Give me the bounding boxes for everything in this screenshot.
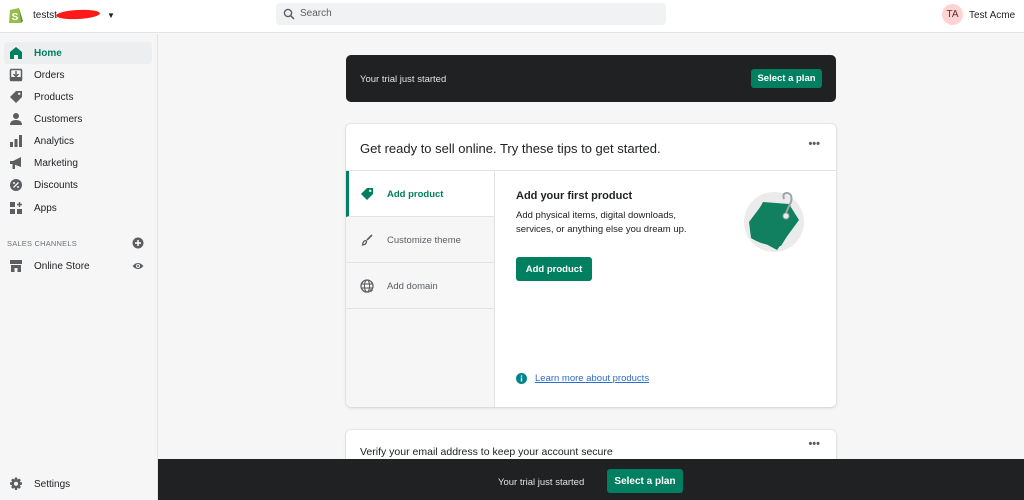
trial-text: Your trial just started	[498, 477, 585, 488]
redaction-mark	[55, 8, 101, 21]
sidebar-item-label: Home	[34, 48, 62, 59]
sidebar-item-discounts[interactable]: Discounts	[4, 174, 152, 196]
select-plan-button[interactable]: Select a plan	[607, 469, 683, 493]
card-title: Get ready to sell online. Try these tips…	[360, 141, 661, 156]
sidebar-item-products[interactable]: Products	[4, 86, 152, 108]
sidebar-item-label: Discounts	[34, 180, 78, 191]
discount-icon	[10, 179, 22, 191]
chevron-down-icon[interactable]: ▼	[107, 11, 115, 20]
sidebar-item-settings[interactable]: Settings	[4, 473, 152, 495]
sidebar-item-label: Online Store	[34, 261, 90, 272]
product-tag-illustration-icon	[744, 191, 804, 252]
info-icon	[516, 373, 527, 384]
trial-banner: Your trial just started Select a plan	[346, 55, 836, 102]
sidebar-item-label: Marketing	[34, 158, 78, 169]
sidebar-item-label: Analytics	[34, 136, 75, 147]
top-bar: S testst ▼ Search TA Test Acme	[0, 0, 1024, 33]
search-placeholder: Search	[300, 8, 332, 19]
megaphone-icon	[10, 157, 21, 169]
add-product-button[interactable]: Add product	[516, 257, 592, 281]
globe-icon	[360, 279, 374, 293]
sidebar-item-label: Settings	[34, 479, 71, 490]
tab-add-domain[interactable]: Add domain	[346, 263, 494, 309]
sidebar-item-label: Orders	[34, 70, 65, 81]
sidebar-item-label: Apps	[34, 203, 57, 214]
search-input[interactable]: Search	[276, 3, 666, 25]
gear-icon	[10, 477, 22, 490]
tab-customize-theme[interactable]: Customize theme	[346, 217, 494, 263]
tip-title: Add your first product	[516, 190, 633, 202]
more-actions-button[interactable]: •••	[808, 138, 820, 150]
sidebar-item-marketing[interactable]: Marketing	[4, 152, 152, 174]
tab-label: Customize theme	[387, 235, 461, 246]
learn-more-link[interactable]: Learn more about products	[535, 373, 649, 384]
add-sales-channel-icon[interactable]	[132, 237, 144, 249]
home-icon	[10, 47, 22, 59]
bar-chart-icon	[10, 135, 22, 147]
tips-card: Get ready to sell online. Try these tips…	[346, 124, 836, 407]
sidebar-item-label: Customers	[34, 114, 83, 125]
tab-label: Add product	[387, 189, 444, 200]
sidebar: Home Orders Products Customers Analytics	[0, 34, 158, 500]
person-icon	[10, 113, 22, 125]
store-icon	[10, 260, 22, 272]
tip-description: Add physical items, digital downloads, s…	[516, 210, 687, 235]
tips-tabs: Add product Customize theme Add domain	[346, 171, 495, 407]
sidebar-item-analytics[interactable]: Analytics	[4, 130, 152, 152]
orders-icon	[9, 68, 23, 82]
search-icon	[283, 8, 295, 20]
tag-icon	[361, 188, 373, 200]
sidebar-item-label: Products	[34, 92, 74, 103]
card-title: Verify your email address to keep your a…	[360, 446, 613, 458]
more-actions-button[interactable]: •••	[808, 438, 820, 450]
eye-icon[interactable]	[132, 261, 144, 271]
sidebar-item-customers[interactable]: Customers	[4, 108, 152, 130]
select-plan-button[interactable]: Select a plan	[751, 69, 822, 88]
avatar[interactable]: TA	[942, 4, 963, 25]
sales-channels-heading: SALES CHANNELS	[7, 239, 77, 248]
sidebar-item-home[interactable]: Home	[4, 42, 152, 64]
tab-label: Add domain	[387, 281, 438, 292]
apps-icon	[10, 202, 22, 214]
brush-icon	[361, 234, 373, 246]
svg-text:S: S	[12, 12, 19, 23]
sidebar-item-orders[interactable]: Orders	[4, 64, 152, 86]
shopify-logo-icon[interactable]: S	[8, 6, 23, 24]
tab-add-product[interactable]: Add product	[346, 171, 494, 217]
store-name[interactable]: testst	[33, 10, 57, 21]
bottom-trial-bar: Your trial just started Select a plan	[158, 459, 1024, 500]
user-name[interactable]: Test Acme	[969, 10, 1015, 21]
sidebar-item-apps[interactable]: Apps	[4, 197, 152, 219]
sidebar-item-online-store[interactable]: Online Store	[4, 255, 152, 277]
tag-icon	[10, 91, 22, 103]
trial-text: Your trial just started	[360, 74, 447, 85]
